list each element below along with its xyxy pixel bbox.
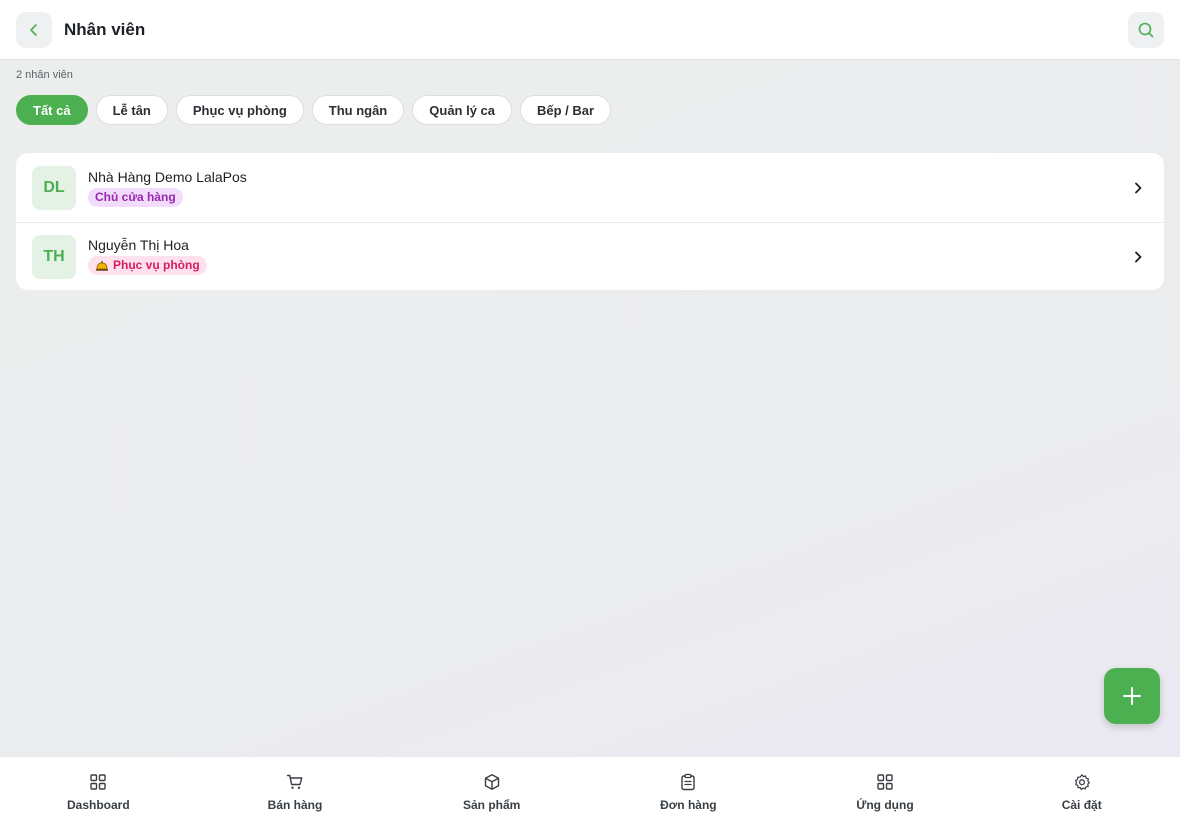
bell-icon bbox=[96, 260, 108, 271]
box-icon bbox=[484, 774, 499, 790]
nav-item-dashboard[interactable]: Dashboard bbox=[0, 757, 197, 820]
plus-icon bbox=[1123, 687, 1141, 705]
nav-label: Đơn hàng bbox=[660, 798, 717, 812]
employee-row[interactable]: TH Nguyễn Thị Hoa Phục vụ phòng bbox=[16, 222, 1164, 290]
employee-row[interactable]: DL Nhà Hàng Demo LalaPos Chủ cửa hàng bbox=[16, 153, 1164, 222]
avatar: DL bbox=[32, 165, 76, 210]
add-employee-button[interactable] bbox=[1104, 668, 1160, 724]
role-badge: Phục vụ phòng bbox=[88, 255, 207, 275]
nav-item-apps[interactable]: Ứng dụng bbox=[787, 757, 984, 820]
role-filter-chips: Tất cả Lễ tân Phục vụ phòng Thu ngân Quả… bbox=[16, 95, 612, 125]
avatar: TH bbox=[32, 234, 76, 279]
gear-icon bbox=[1074, 774, 1090, 790]
filter-chip-all[interactable]: Tất cả bbox=[16, 95, 88, 125]
search-button[interactable] bbox=[1128, 11, 1164, 48]
nav-item-orders[interactable]: Đơn hàng bbox=[590, 757, 787, 820]
back-button[interactable] bbox=[16, 11, 52, 48]
filter-chip-shift-manager[interactable]: Quản lý ca bbox=[412, 95, 513, 125]
apps-icon bbox=[877, 774, 893, 790]
chevron-left-icon bbox=[30, 23, 37, 36]
employee-list: DL Nhà Hàng Demo LalaPos Chủ cửa hàng TH… bbox=[16, 153, 1164, 290]
nav-label: Ứng dụng bbox=[856, 798, 914, 812]
employee-count: 2 nhân viên bbox=[16, 69, 73, 81]
nav-item-settings[interactable]: Cài đặt bbox=[983, 757, 1180, 820]
employee-name: Nguyễn Thị Hoa bbox=[88, 236, 189, 253]
filter-chip-room-service[interactable]: Phục vụ phòng bbox=[175, 95, 304, 125]
filter-chip-kitchen-bar[interactable]: Bếp / Bar bbox=[520, 95, 612, 125]
filter-chip-reception[interactable]: Lễ tân bbox=[95, 95, 168, 125]
nav-label: Dashboard bbox=[66, 798, 130, 812]
nav-item-sales[interactable]: Bán hàng bbox=[197, 757, 394, 820]
cart-icon bbox=[286, 774, 303, 789]
dashboard-icon bbox=[90, 774, 107, 790]
nav-label: Cài đặt bbox=[1061, 798, 1102, 812]
role-badge-label: Phục vụ phòng bbox=[113, 258, 200, 272]
nav-label: Bán hàng bbox=[267, 798, 323, 812]
nav-item-products[interactable]: Sản phẩm bbox=[393, 757, 590, 820]
chevron-right-icon bbox=[1128, 247, 1148, 267]
chevron-right-icon bbox=[1128, 178, 1148, 198]
search-icon bbox=[1138, 22, 1154, 37]
bottom-navigation: Dashboard Bán hàng Sản phẩm Đơn hàng Ứng… bbox=[0, 756, 1180, 820]
page-title: Nhân viên bbox=[64, 19, 146, 39]
role-badge: Chủ cửa hàng bbox=[88, 187, 183, 207]
nav-label: Sản phẩm bbox=[463, 798, 521, 812]
employee-name: Nhà Hàng Demo LalaPos bbox=[88, 168, 247, 185]
clipboard-icon bbox=[681, 773, 696, 791]
top-app-bar: Nhân viên bbox=[0, 0, 1180, 60]
role-badge-label: Chủ cửa hàng bbox=[95, 190, 176, 204]
filter-chip-cashier[interactable]: Thu ngân bbox=[311, 95, 405, 125]
